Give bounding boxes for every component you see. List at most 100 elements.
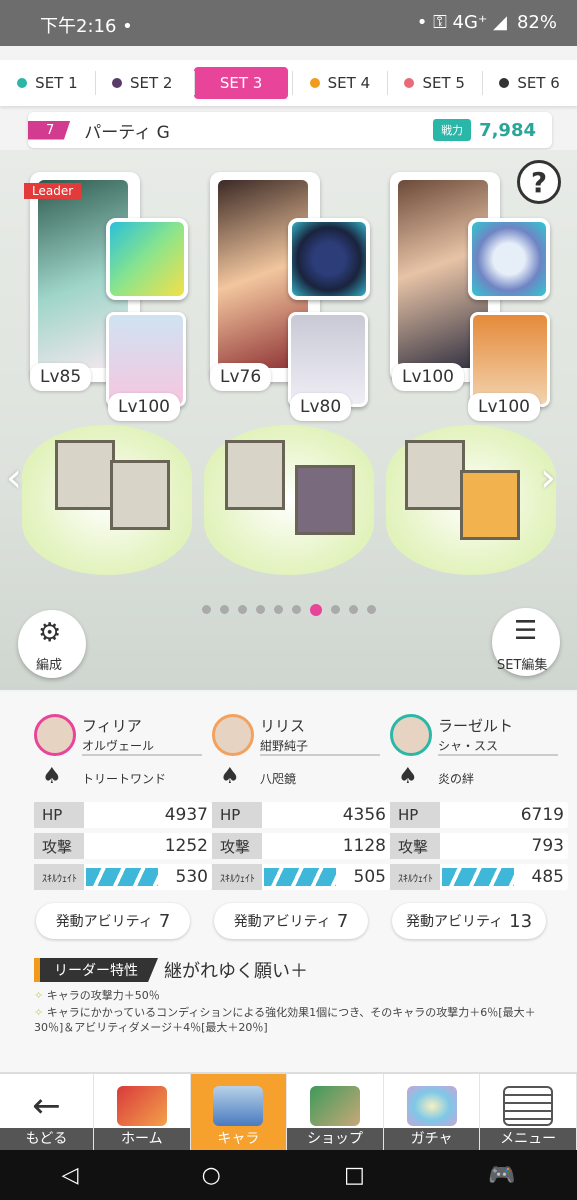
skill-wait-value: 485 [531,867,564,887]
tab-set-6[interactable]: SET 6 [482,67,577,99]
pixel-figure [225,440,285,510]
weapon-icon[interactable] [106,218,188,300]
nav-character[interactable]: キャラ [190,1074,288,1150]
attack-value: 1252 [164,836,208,856]
character-name: ラーゼルト [438,717,514,735]
leader-badge: Leader [24,183,82,199]
tab-set-5[interactable]: SET 5 [387,67,482,99]
main-level: Lv85 [30,363,92,391]
character-name: リリス [260,717,306,735]
home-icon [116,1086,167,1126]
hp-row: HP 4356 [212,802,390,828]
tab-set-4[interactable]: SET 4 [292,67,387,99]
mirror-icon[interactable] [288,218,370,300]
left-arrow-icon[interactable]: ‹ [6,455,22,501]
nav-menu[interactable]: メニュー [480,1074,577,1150]
system-navigation: ◁ ○ □ 🎮 [0,1150,577,1200]
weapon-name: トリートワンド [82,772,167,786]
gamepad-icon[interactable]: 🎮 [488,1163,515,1188]
gacha-orb-icon [406,1086,457,1126]
bond-icon[interactable] [468,218,550,300]
battery-level: 82% [516,12,557,33]
ability-count: 7 [336,910,349,932]
pixel-figure [405,440,465,510]
nav-shop[interactable]: ショップ [287,1074,384,1150]
avatar [390,714,432,756]
bottom-navigation: ← もどる ホーム キャラ ショップ ガチャ メニュー [0,1072,577,1150]
hp-row: HP 6719 [390,802,568,828]
pixel-figure [110,460,170,530]
attack-value: 1128 [342,836,386,856]
skill-wait-bar [264,868,336,886]
set-edit-label: SET編集 [497,658,548,673]
party-number: 7 [28,120,71,140]
network-indicators: • ⚿ 4G⁺ ◢ [416,12,507,33]
formation-label: 編成 [36,658,63,673]
gear-icon: ⚙ [38,618,62,648]
set-2-dot-icon [112,78,122,88]
system-back-icon[interactable]: ◁ [62,1163,79,1188]
attack-row: 攻撃 1128 [212,833,390,859]
nav-back[interactable]: ← もどる [0,1074,94,1150]
sparkle-icon: ✧ [34,989,47,1002]
character-icon [213,1086,264,1126]
back-arrow-icon: ← [32,1086,61,1126]
main-level: Lv100 [392,363,464,391]
weapon-name: 八咫鏡 [260,772,297,786]
sub-level: Lv100 [108,393,180,421]
pixel-figure [295,465,355,535]
leader-effect: ✧ キャラにかかっているコンディションによる強化効果1個につき、そのキャラの攻撃… [34,1006,536,1034]
attack-value: 793 [531,836,564,856]
attack-row: 攻撃 1252 [34,833,212,859]
main-level: Lv76 [210,363,272,391]
set-5-dot-icon [404,78,415,88]
tab-set-1[interactable]: SET 1 [0,67,95,99]
ability-count: 7 [158,910,171,932]
skill-wait-bar [442,868,514,886]
leader-skill-label: リーダー特性 [34,958,158,982]
status-time: 下午2:16 • [40,16,133,37]
avatar [34,714,76,756]
ability-button[interactable]: 発動アビリティ 7 [36,903,190,939]
list-icon: ☰ [514,616,538,646]
leader-skill-name: 継がれゆく願い＋ [164,961,308,982]
tab-set-3[interactable]: SET 3 [193,67,289,99]
set-tabs: SET 1 SET 2 SET 3 SET 4 SET 5 SET 6 [0,60,577,106]
system-recents-icon[interactable]: □ [344,1163,365,1188]
power-label: 戦力 [433,119,472,141]
page-indicator [0,604,577,616]
avatar [212,714,254,756]
help-button[interactable]: ? [517,160,561,204]
skill-wait-bar [86,868,158,886]
weapon-type-icon: ♠ [220,764,240,789]
sub-level: Lv100 [468,393,540,421]
set-1-dot-icon [17,78,28,88]
right-arrow-icon[interactable]: › [540,455,556,501]
weapon-name: 炎の絆 [438,772,475,786]
skill-wait-row: ｽｷﾙｳｪｲﾄ 505 [212,864,390,890]
ability-count: 13 [509,910,533,932]
character-name: フィリア [82,717,142,735]
pixel-figure [55,440,115,510]
hp-value: 6719 [520,805,564,825]
set-4-dot-icon [309,78,320,88]
attack-row: 攻撃 793 [390,833,568,859]
shop-bag-icon [309,1086,360,1126]
sub-character-name: 紺野純子 [260,737,380,756]
hp-value: 4937 [164,805,208,825]
weapon-type-icon: ♠ [398,764,418,789]
ability-button[interactable]: 発動アビリティ 7 [214,903,368,939]
nav-home[interactable]: ホーム [94,1074,191,1150]
party-bar[interactable]: 7 パーティ G 戦力 7,984 [28,112,552,148]
status-bar: 下午2:16 • • ⚿ 4G⁺ ◢ 82% [0,0,577,46]
party-power: 7,984 [479,119,536,141]
system-home-icon[interactable]: ○ [202,1163,221,1188]
skill-wait-value: 505 [353,867,386,887]
nav-gacha[interactable]: ガチャ [383,1074,481,1150]
ability-button[interactable]: 発動アビリティ 13 [392,903,546,939]
skill-wait-value: 530 [175,867,208,887]
sub-level: Lv80 [290,393,352,421]
leader-effect: ✧ キャラの攻撃力＋50％ [34,989,160,1002]
tab-set-2[interactable]: SET 2 [94,67,190,99]
sparkle-icon: ✧ [34,1006,47,1019]
